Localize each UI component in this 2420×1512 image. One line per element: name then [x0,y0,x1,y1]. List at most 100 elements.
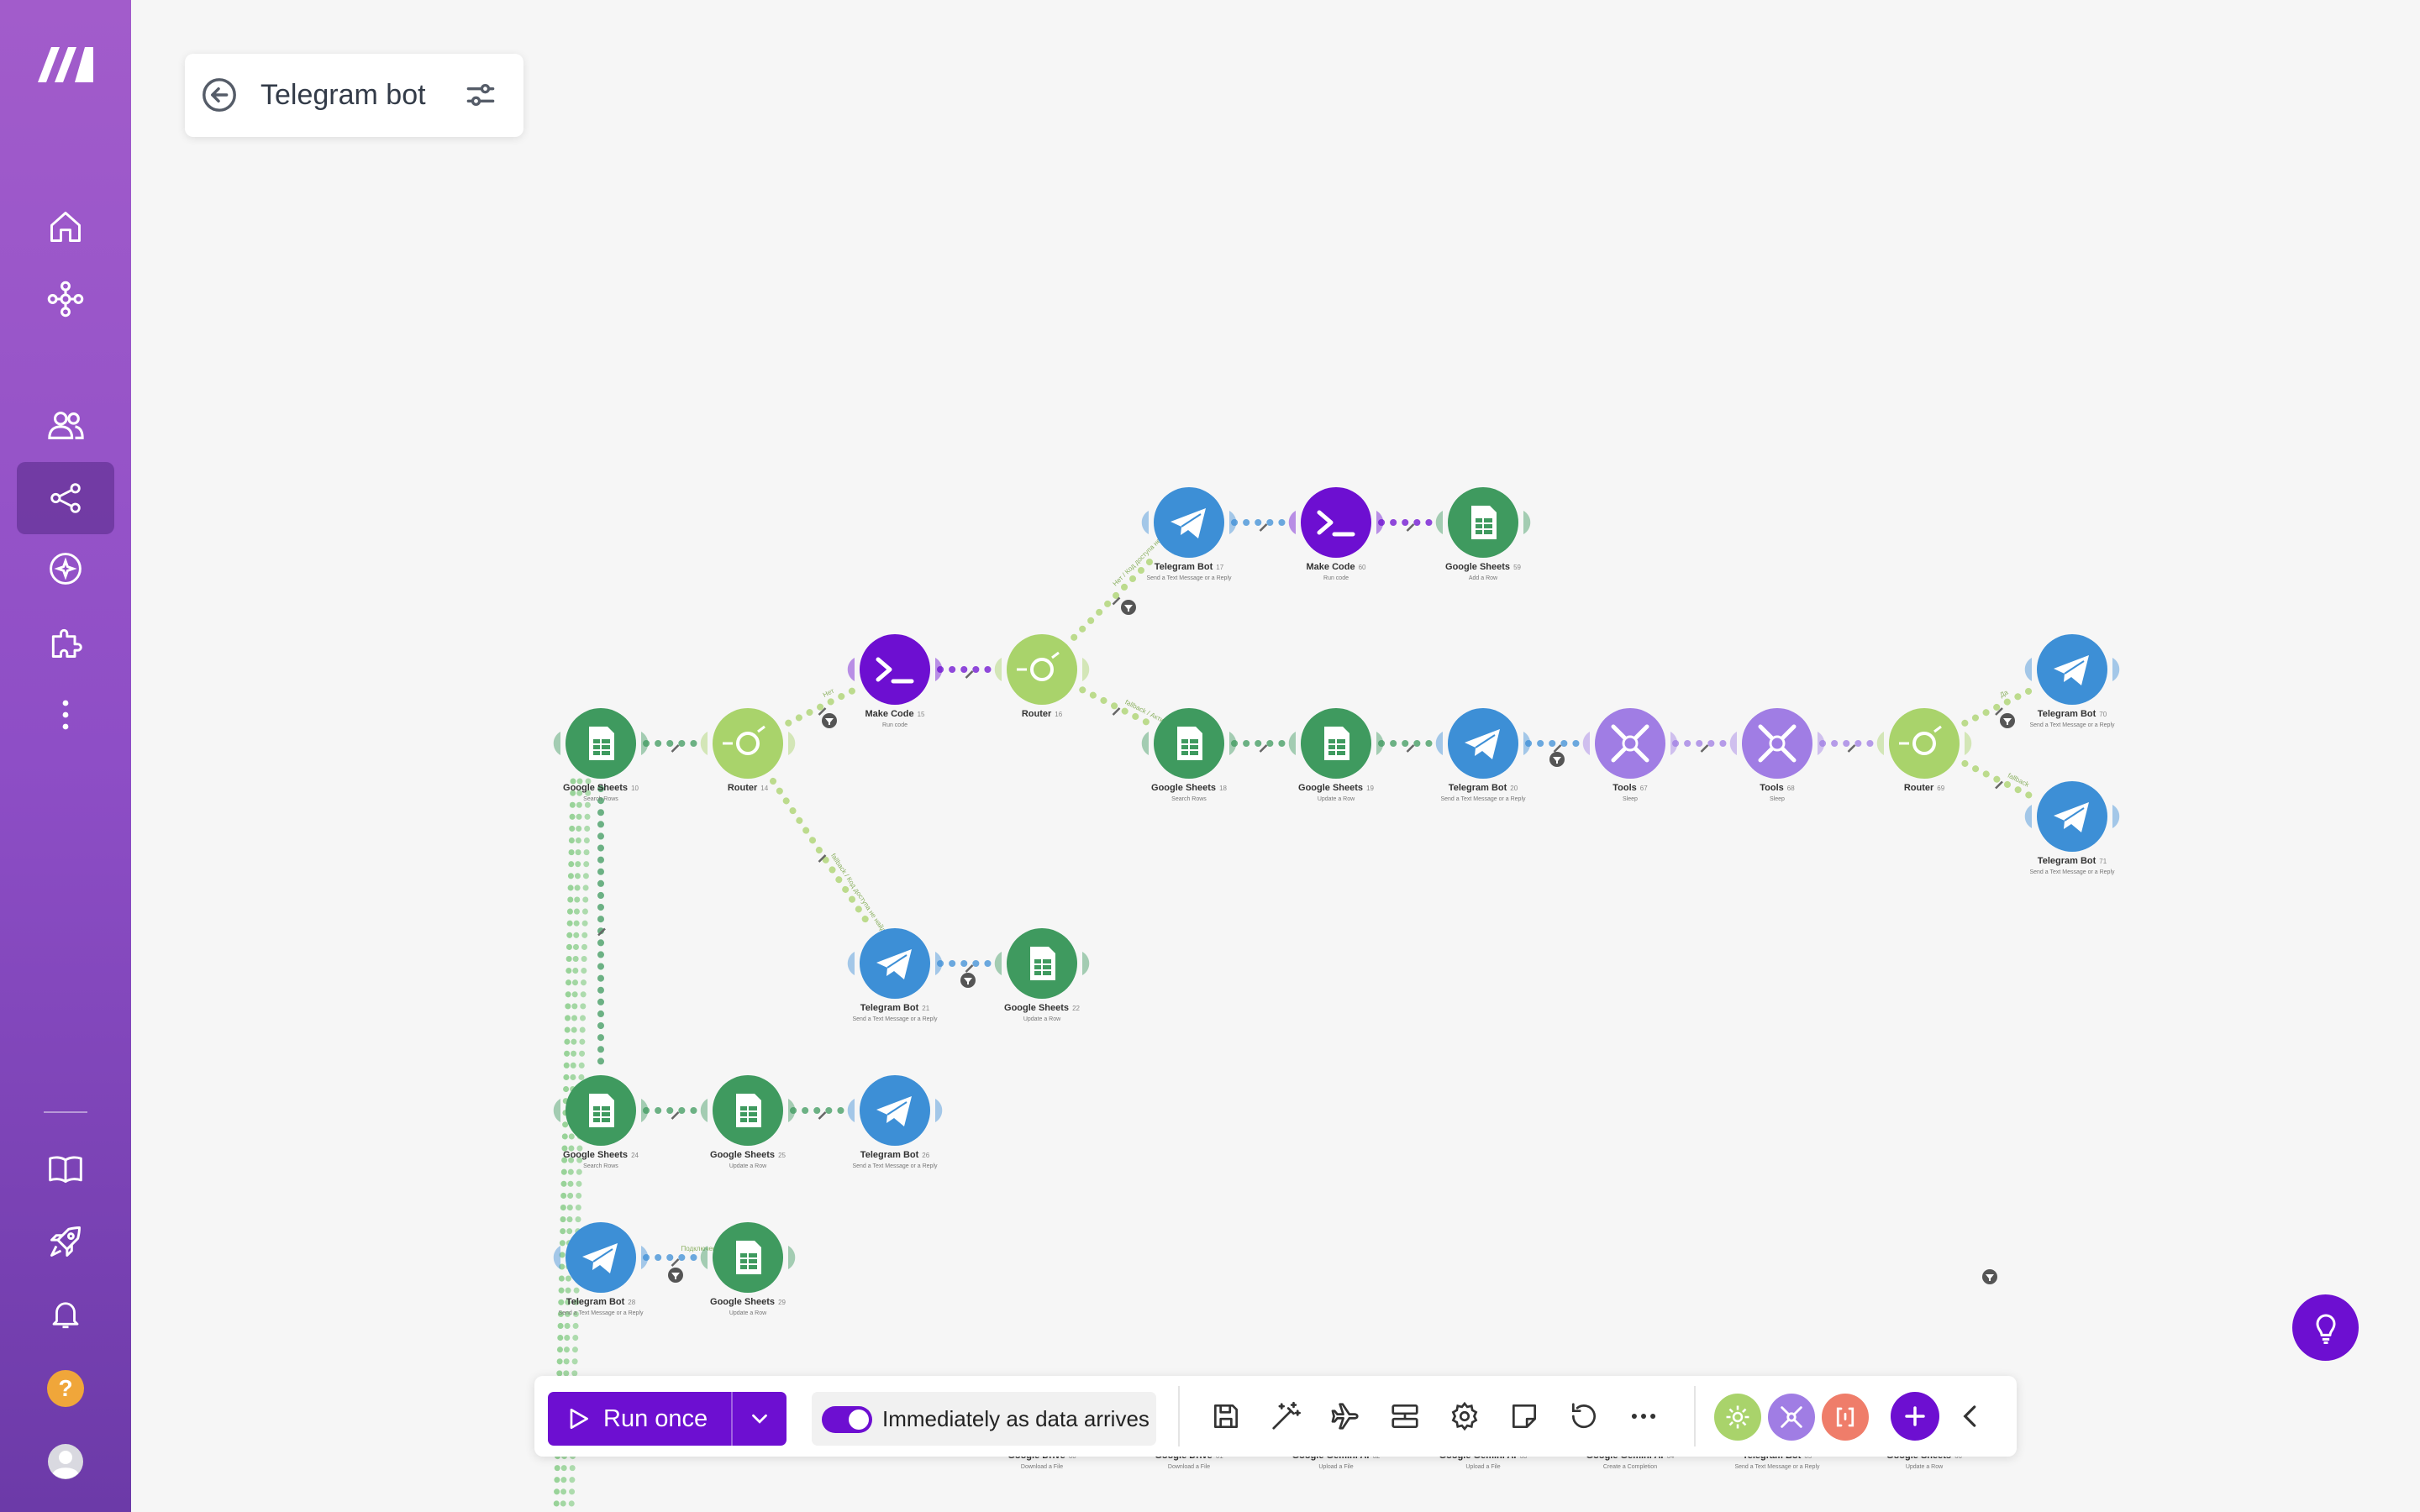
apps-icon[interactable] [17,606,114,679]
module-tb28[interactable]: Telegram Bot 28 Send a Text Message or a R… [553,1222,649,1316]
schedule-label[interactable]: Immediately as data arrives [882,1406,1150,1432]
module-tb26[interactable]: Telegram Bot 26 Send a Text Message or a R… [847,1075,943,1169]
module-gs19[interactable]: Google Sheets 19 Update a Row [1288,708,1384,802]
user-avatar[interactable] [17,1425,114,1498]
make-logo[interactable] [17,28,114,100]
module-mc60[interactable]: Make Code 60 Run code [1288,487,1384,581]
router-shortcut-icon[interactable] [1714,1394,1761,1441]
add-module-button[interactable] [1891,1392,1939,1441]
module-gs22[interactable]: Google Sheets 22 Update a Row [994,928,1090,1022]
connection-line[interactable] [1071,551,1160,641]
home-icon[interactable] [17,191,114,263]
magic-wand-icon[interactable] [1270,1400,1302,1436]
module-mc15[interactable]: Make Code 15 Run code [847,634,943,728]
scenario-title[interactable]: Telegram bot [260,79,426,112]
collapse-toolbar-icon[interactable] [1954,1400,1986,1436]
module-r16[interactable]: Router 16 [994,634,1090,719]
wrench-icon[interactable] [671,744,680,753]
module-tb21[interactable]: Telegram Bot 21 Send a Text Message or a R… [847,928,943,1022]
run-once-button[interactable]: Run once [548,1392,731,1446]
module-app-name: Router 69 [1904,783,1945,793]
connection-line[interactable] [785,686,858,727]
filter-icon[interactable] [2000,713,2015,728]
tools-shortcut-icon[interactable] [1768,1394,1815,1441]
filter-icon[interactable] [1549,752,1565,767]
help-icon[interactable]: ? [17,1352,114,1425]
filter-icon[interactable] [1121,600,1136,615]
wrench-icon[interactable] [671,1111,680,1120]
module-tb20[interactable]: Telegram Bot 20 Send a Text Message or a R… [1435,708,1531,802]
module-action: Update a Row [1318,796,1355,802]
filter-icon[interactable] [960,973,976,988]
module-gs18[interactable]: Google Sheets 18 Search Rows [1141,708,1237,802]
flow-control-shortcut-icon[interactable] [1822,1394,1869,1441]
team-icon[interactable] [17,389,114,461]
wrench-icon[interactable] [1259,744,1268,753]
module-action: Send a Text Message or a Reply [1440,796,1526,802]
hints-button[interactable] [2292,1294,2359,1361]
wrench-icon[interactable] [1700,744,1709,753]
module-gs59[interactable]: Google Sheets 59 Add a Row [1435,487,1531,581]
module-tb71[interactable]: Telegram Bot 71 Send a Text Message or a R… [2024,781,2120,875]
wrench-icon[interactable] [1406,523,1415,532]
module-t67[interactable]: Tools 67 Sleep [1582,708,1678,802]
module-t68[interactable]: Tools 68 Sleep [1729,708,1825,802]
wrench-icon[interactable] [1406,744,1415,753]
filter-icon[interactable] [668,1268,683,1283]
wrench-icon[interactable] [1847,744,1856,753]
wrench-icon[interactable] [1259,523,1268,532]
connection-line[interactable] [1961,686,2035,727]
undo-icon[interactable] [1568,1400,1600,1436]
module-r69[interactable]: Router 69 [1876,708,1972,793]
connection-line[interactable] [769,777,874,930]
save-icon[interactable] [1210,1400,1242,1436]
module-action: Search Rows [583,796,618,802]
ai-icon[interactable] [17,533,114,605]
module-r14[interactable]: Router 14 [700,708,796,793]
back-arrow-icon[interactable] [200,76,239,114]
module-gs25[interactable]: Google Sheets 25 Update a Row [700,1075,796,1169]
wrench-icon[interactable] [1553,744,1562,753]
module-action: Update a Row [729,1310,767,1316]
wrench-icon[interactable] [671,1258,680,1267]
scenario-canvas[interactable]: Нет Нет / Код доступа не найден fallback /… [131,0,2420,1512]
module-app-name: Telegram Bot 20 [1449,783,1518,793]
wrench-icon[interactable] [818,1111,827,1120]
module-gs29[interactable]: Google Sheets 29 Update a Row [700,1222,796,1316]
run-options-button[interactable] [733,1392,786,1446]
bell-icon[interactable] [17,1278,114,1350]
more-options-icon[interactable] [1628,1400,1660,1436]
docs-icon[interactable] [17,1133,114,1205]
filter-icon[interactable] [1982,1269,1997,1284]
filter-icon[interactable] [822,713,837,728]
organization-icon[interactable] [17,263,114,335]
wrench-icon[interactable] [965,964,974,973]
module-action: Send a Text Message or a Reply [852,1016,938,1022]
schedule-group: Immediately as data arrives [812,1392,1156,1446]
module-app-name: Google Sheets 22 [1004,1003,1080,1013]
scenario-settings-icon[interactable] [462,76,499,113]
module-app-name: Tools 67 [1612,783,1648,793]
spreadsheet-icon [1324,727,1349,760]
auto-align-icon[interactable] [1389,1400,1421,1436]
route-label: Да [1998,688,2009,699]
module-tb17[interactable]: Telegram Bot 17 Send a Text Message or a R… [1141,487,1237,581]
gear-icon[interactable] [1449,1400,1481,1436]
spreadsheet-icon [1177,727,1202,760]
airplane-icon[interactable] [1329,1400,1361,1436]
note-icon[interactable] [1508,1400,1540,1436]
module-app-name: Make Code 15 [865,709,926,719]
schedule-toggle[interactable] [822,1406,872,1433]
module-tb70[interactable]: Telegram Bot 70 Send a Text Message or a R… [2024,634,2120,728]
wrench-icon[interactable] [965,670,974,679]
scenarios-icon[interactable] [17,462,114,534]
module-action: Run code [1323,575,1349,581]
sidebar-divider [44,1111,87,1113]
lightbulb-icon [2316,1314,2335,1344]
more-icon[interactable] [17,679,114,751]
rocket-icon[interactable] [17,1205,114,1278]
module-gs10[interactable]: Google Sheets 10 Search Rows [553,708,649,802]
module-action: Download a File [1168,1464,1210,1470]
module-action: Search Rows [1171,796,1207,802]
module-action: Send a Text Message or a Reply [852,1163,938,1169]
